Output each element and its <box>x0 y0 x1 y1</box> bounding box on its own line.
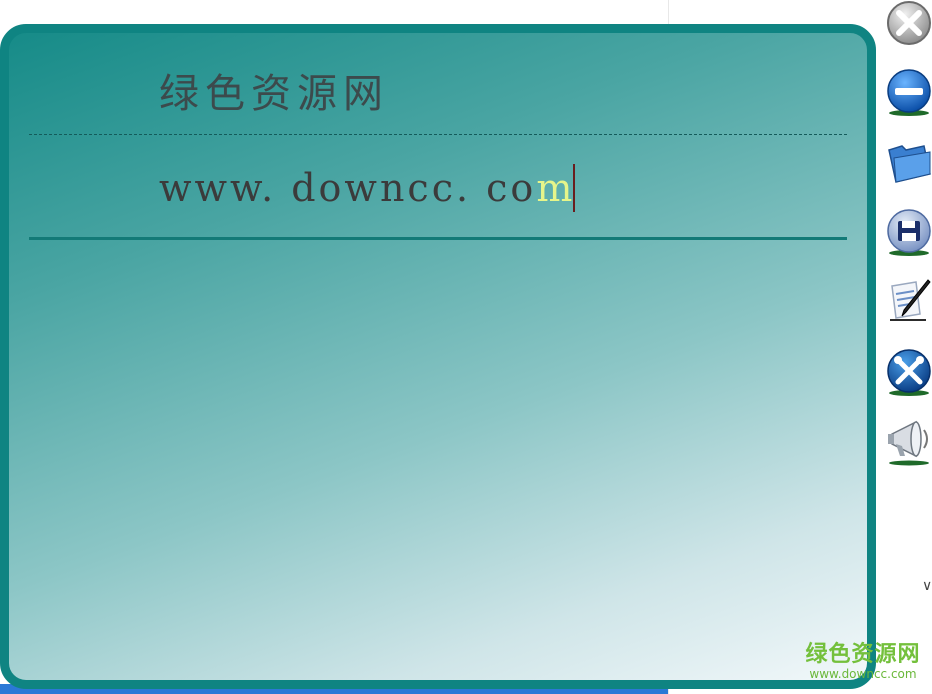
megaphone-icon <box>888 420 929 466</box>
save-button[interactable] <box>886 208 932 256</box>
text-caret <box>573 164 576 212</box>
note-title[interactable]: 绿色资源网 <box>159 61 389 119</box>
pen-paper-icon <box>890 279 931 321</box>
side-toolbar <box>882 0 932 480</box>
close-button[interactable] <box>886 0 932 46</box>
folder-icon <box>888 145 931 183</box>
close-icon <box>887 1 931 45</box>
minimize-icon <box>887 69 931 116</box>
title-divider <box>29 134 847 135</box>
note-url-text: www. downcc. co <box>159 166 537 210</box>
note-text-line[interactable]: www. downcc. co m <box>159 164 576 212</box>
save-icon <box>887 209 931 256</box>
sticky-note[interactable]: 绿色资源网 www. downcc. co m <box>0 24 876 689</box>
open-button[interactable] <box>886 138 932 184</box>
line-divider <box>29 237 847 240</box>
minimize-button[interactable] <box>886 68 932 116</box>
edge-glyph: ∨ <box>922 578 932 594</box>
edit-button[interactable] <box>886 278 932 324</box>
settings-button[interactable] <box>886 348 932 396</box>
watermark-title: 绿色资源网 <box>805 642 921 667</box>
watermark-url: www.downcc.com <box>809 667 917 681</box>
note-url-selected-char: m <box>536 166 573 210</box>
tools-icon <box>887 349 931 396</box>
announce-button[interactable] <box>886 416 932 466</box>
watermark: 绿色资源网 www.downcc.com <box>796 642 930 682</box>
